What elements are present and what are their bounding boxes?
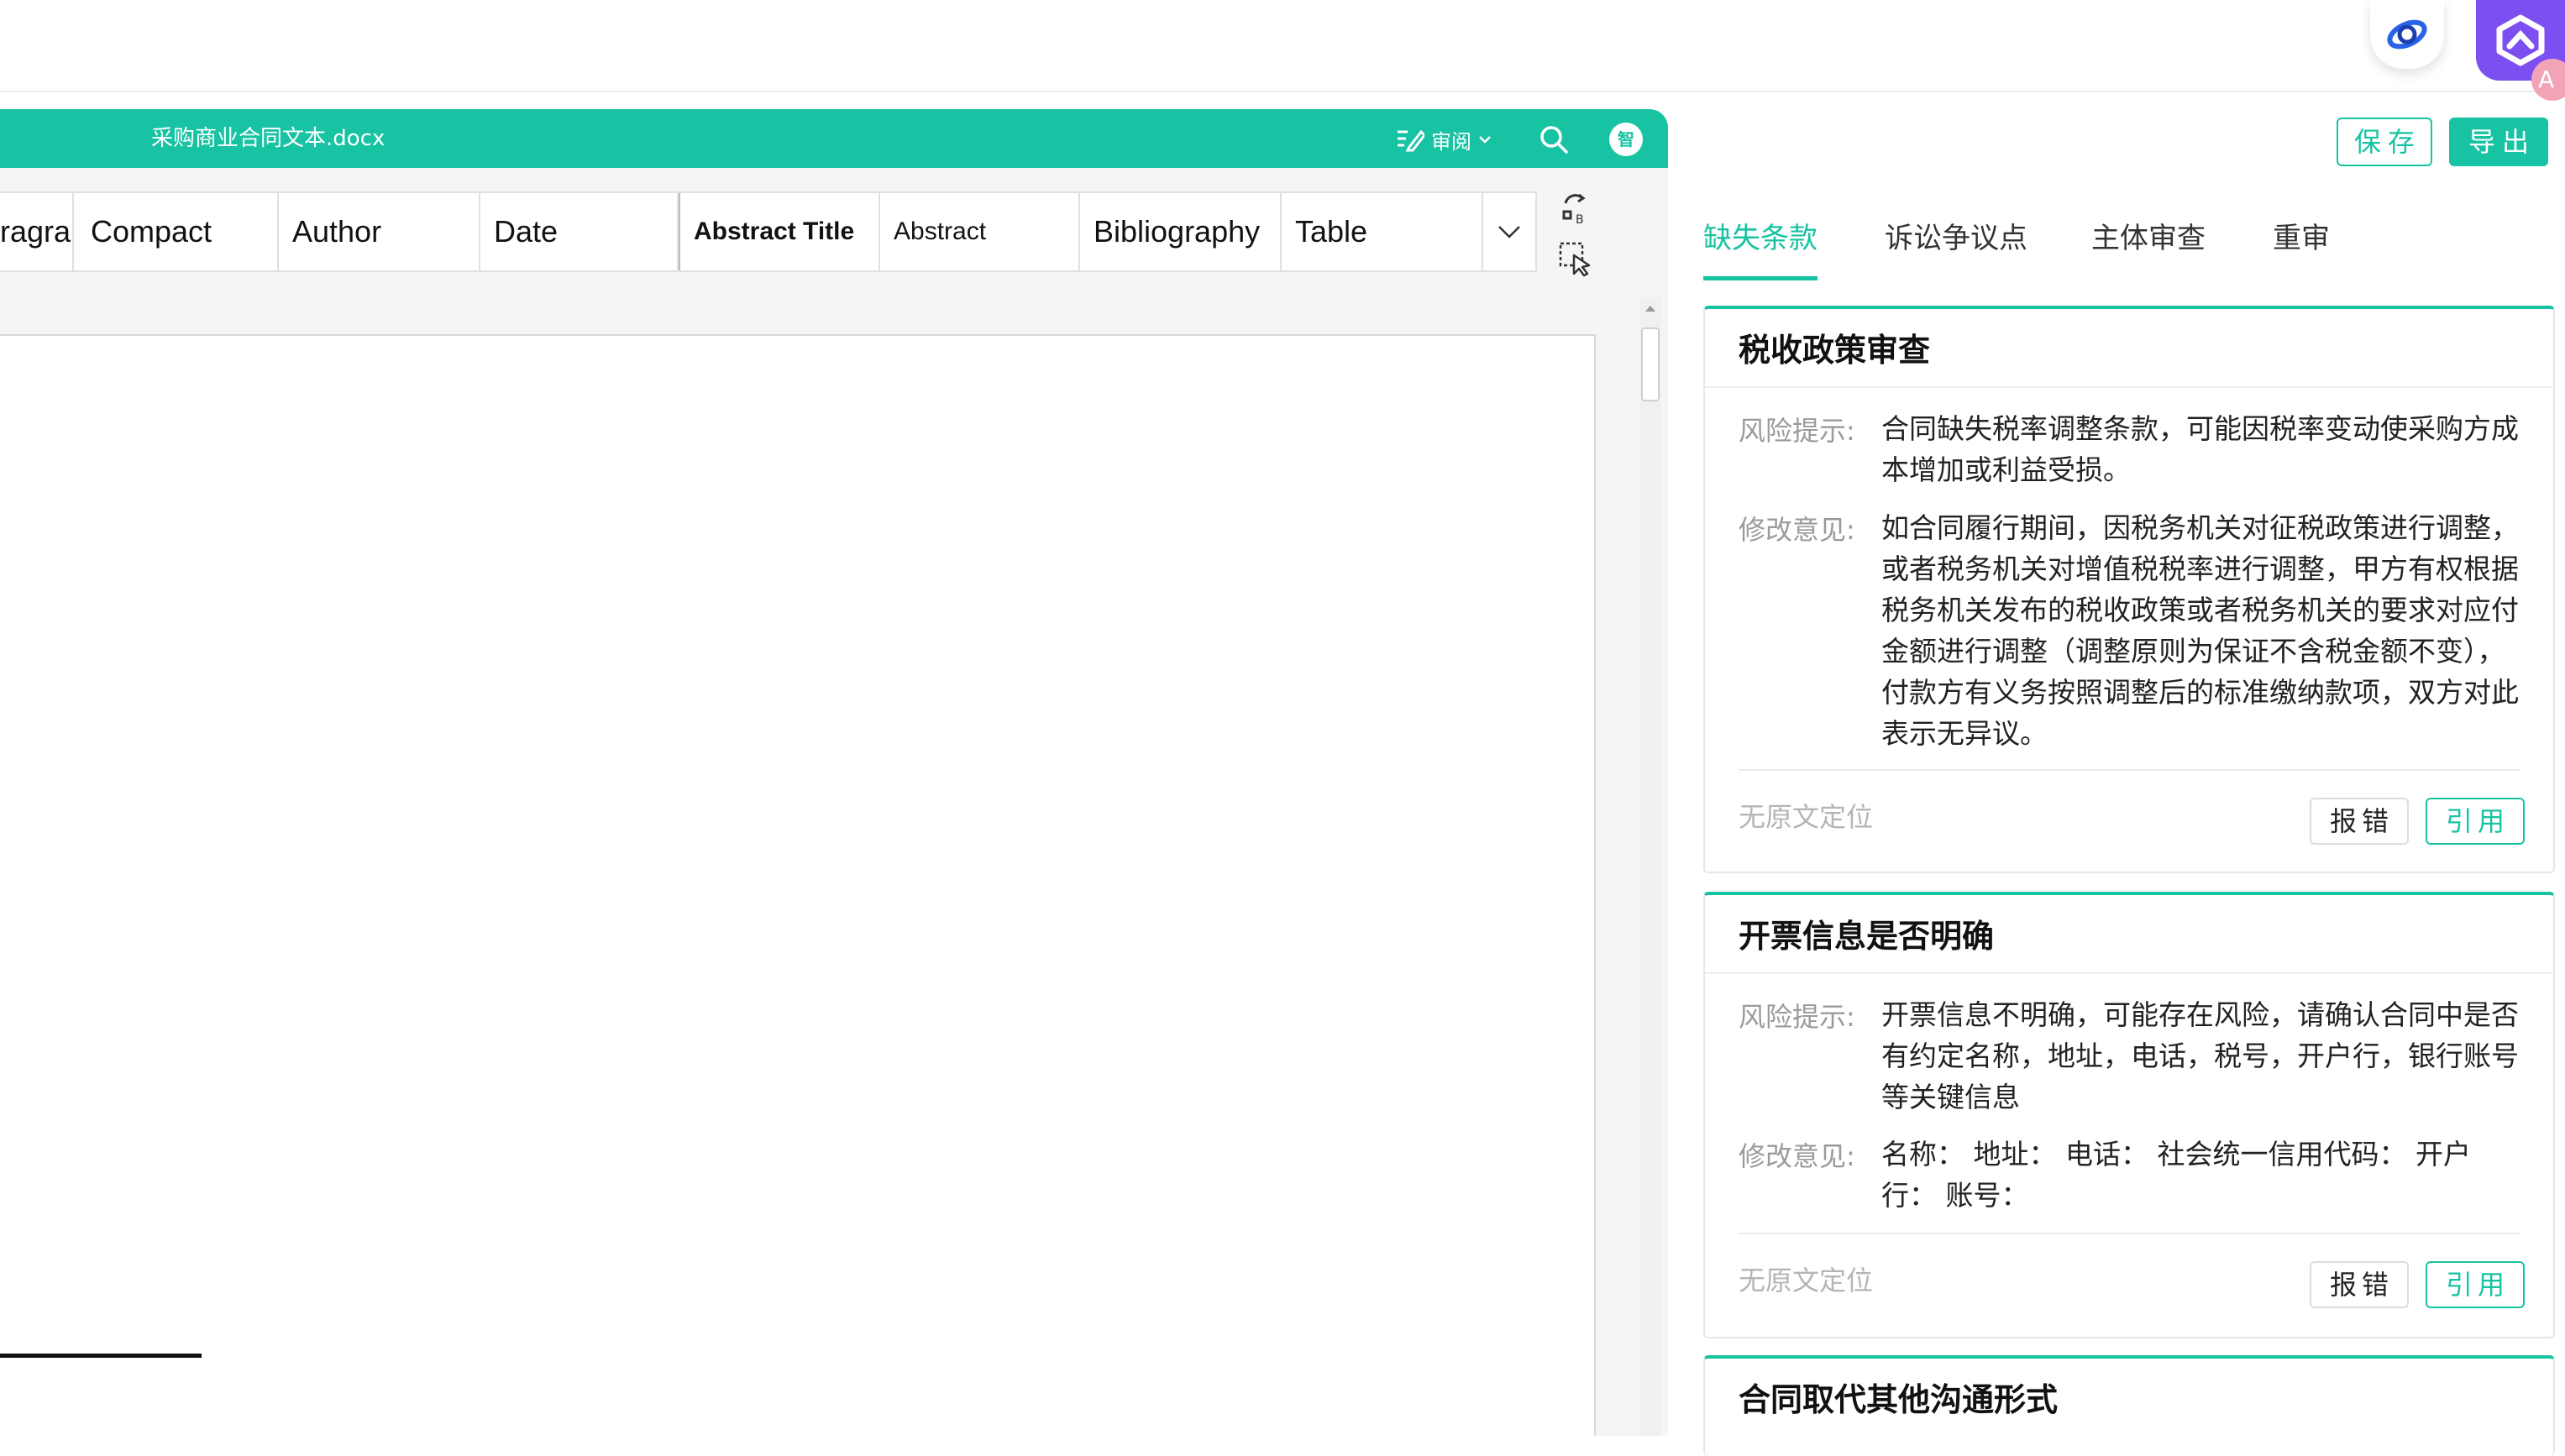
review-icon [1398, 129, 1424, 152]
style-abstract-title[interactable]: Abstract Title [679, 193, 880, 270]
style-gallery: ragra Compact Author Date Abstract Title… [0, 191, 1537, 272]
style-author[interactable]: Author [279, 193, 480, 270]
no-locate-text: 无原文定位 [1739, 1265, 1874, 1296]
search-icon[interactable] [1537, 123, 1571, 156]
review-card: 开票信息是否明确 风险提示: 开票信息不明确，可能存在风险，请确认合同中是否有约… [1703, 892, 2555, 1338]
select-icon[interactable] [1557, 240, 1594, 277]
card-title: 税收政策审查 [1739, 332, 1931, 369]
risk-label: 风险提示: [1739, 415, 1855, 447]
style-table[interactable]: Table [1282, 193, 1483, 270]
no-locate-text: 无原文定位 [1739, 801, 1874, 833]
tab-litigation-points[interactable]: 诉讼争议点 [1885, 210, 2027, 287]
chevron-down-icon [1479, 136, 1491, 144]
export-button[interactable]: 导出 [2449, 118, 2548, 166]
card-title: 开票信息是否明确 [1739, 918, 1995, 955]
style-compact[interactable]: Compact [77, 193, 279, 270]
tab-missing-clauses[interactable]: 缺失条款 [1703, 210, 1818, 287]
scroll-up-icon[interactable] [1639, 297, 1661, 319]
scroll-thumb[interactable] [1641, 327, 1660, 401]
risk-label: 风险提示: [1739, 1001, 1855, 1033]
review-label: 审阅 [1431, 129, 1471, 154]
ai-avatar[interactable]: 智 [1609, 123, 1643, 156]
report-error-button[interactable]: 报错 [2310, 1261, 2409, 1308]
review-tabs: 缺失条款 诉讼争议点 主体审查 重审 [1703, 210, 2565, 287]
style-date[interactable]: Date [480, 193, 679, 270]
document-editor: 采购商业合同文本.docx 审阅 智 ragra Compact Author … [0, 109, 1668, 1436]
style-abstract[interactable]: Abstract [880, 193, 1080, 270]
gallery-expand-button[interactable] [1483, 193, 1535, 270]
card-divider [1705, 972, 2553, 974]
advice-text: 名称： 地址： 电话： 社会统一信用代码： 开户行： 账号： [1881, 1138, 2471, 1212]
advice-text: 如合同履行期间，因税务机关对征税政策进行调整，或者税务机关对增值税税率进行调整，… [1881, 511, 2519, 750]
browser-icon[interactable] [2370, 0, 2444, 69]
cite-button[interactable]: 引用 [2426, 798, 2525, 845]
format-painter-icon[interactable]: B [1557, 190, 1594, 227]
underline-1 [0, 1354, 202, 1358]
style-bibliography[interactable]: Bibliography [1080, 193, 1282, 270]
tab-subject-review[interactable]: 主体审查 [2091, 210, 2206, 287]
document-title: 采购商业合同文本.docx [151, 126, 386, 151]
document-page[interactable] [0, 334, 1596, 1436]
advice-label: 修改意见: [1739, 1140, 1855, 1172]
card-footer-divider [1739, 1233, 2520, 1234]
card-footer-divider [1739, 769, 2520, 771]
top-bar [0, 0, 2565, 92]
card-divider [1705, 386, 2553, 388]
style-paragraph[interactable]: ragra [0, 193, 74, 270]
card-title: 合同取代其他沟通形式 [1739, 1381, 2059, 1418]
tab-re-review[interactable]: 重审 [2273, 210, 2330, 287]
editor-title-bar: 采购商业合同文本.docx 审阅 智 [0, 109, 1668, 168]
assistant-sub-icon: A [2531, 59, 2565, 101]
risk-text: 开票信息不明确，可能存在风险，请确认合同中是否有约定名称，地址，电话，税号，开户… [1881, 998, 2519, 1113]
advice-label: 修改意见: [1739, 514, 1855, 546]
review-menu-button[interactable]: 审阅 [1396, 123, 1492, 156]
review-card: 合同取代其他沟通形式 [1703, 1355, 2555, 1456]
review-card: 税收政策审查 风险提示: 合同缺失税率调整条款，可能因税率变动使采购方成本增加或… [1703, 306, 2555, 873]
save-button[interactable]: 保存 [2337, 118, 2432, 166]
vertical-scrollbar[interactable] [1639, 297, 1661, 1436]
risk-text: 合同缺失税率调整条款，可能因税率变动使采购方成本增加或利益受损。 [1881, 412, 2519, 486]
cite-button[interactable]: 引用 [2426, 1261, 2525, 1308]
report-error-button[interactable]: 报错 [2310, 798, 2409, 845]
chevron-down-icon [1498, 226, 1520, 238]
svg-text:B: B [1576, 213, 1584, 227]
